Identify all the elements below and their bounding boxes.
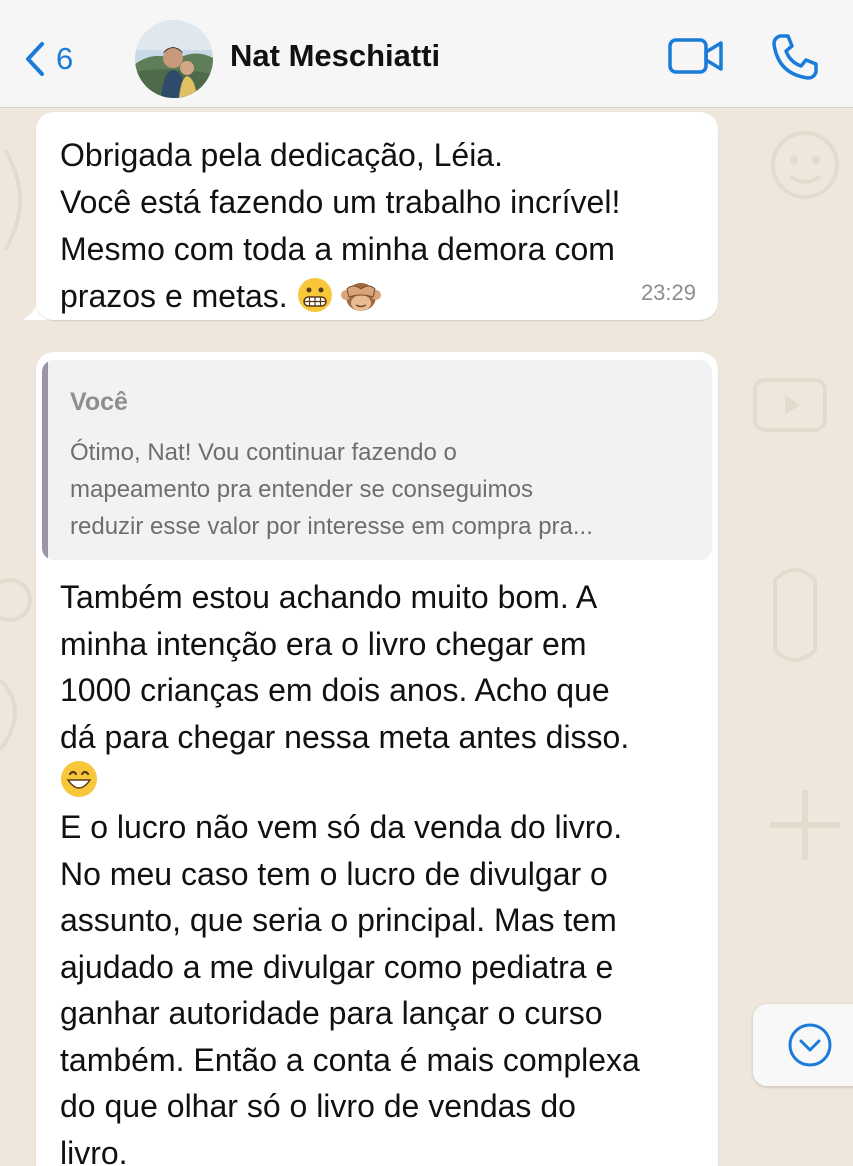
message-line: do que olhar só o livro de vendas do <box>60 1088 576 1124</box>
quote-text: Ótimo, Nat! Vou continuar fazendo o mape… <box>70 434 700 545</box>
message-line: E o lucro não vem só da venda do livro. <box>60 809 623 845</box>
quote-line: reduzir esse valor por interesse em comp… <box>70 513 593 540</box>
doodle-pattern-icon <box>770 790 840 860</box>
message-line: assunto, que seria o principal. Mas tem <box>60 902 617 938</box>
see-no-evil-monkey-emoji-icon <box>341 277 382 326</box>
message-line: livro. <box>60 1134 128 1166</box>
message-text: Também estou achando muito bom. A minha … <box>60 574 710 1166</box>
quoted-reply[interactable]: Você Ótimo, Nat! Vou continuar fazendo o… <box>42 360 712 560</box>
grimacing-face-emoji-icon <box>297 277 333 326</box>
incoming-message-bubble[interactable]: Você Ótimo, Nat! Vou continuar fazendo o… <box>36 352 718 1166</box>
quote-author: Você <box>70 388 128 416</box>
message-text: Obrigada pela dedicação, Léia. Você está… <box>60 132 700 326</box>
message-line: Também estou achando muito bom. A <box>60 579 598 615</box>
message-line: prazos e metas. <box>60 278 288 314</box>
contact-name[interactable]: Nat Meschiatti <box>230 38 440 74</box>
avatar[interactable] <box>135 20 213 98</box>
message-line: Você está fazendo um trabalho incrível! <box>60 184 621 220</box>
incoming-message-bubble[interactable]: Obrigada pela dedicação, Léia. Você está… <box>36 112 718 320</box>
video-call-button[interactable] <box>667 36 725 76</box>
doodle-pattern-icon <box>773 568 817 662</box>
message-line: também. Então a conta é mais complexa <box>60 1041 640 1078</box>
scroll-to-bottom-button[interactable] <box>753 1004 853 1086</box>
message-line: Obrigada pela dedicação, Léia. <box>60 137 503 173</box>
voice-call-button[interactable] <box>770 32 820 82</box>
quote-line: Ótimo, Nat! Vou continuar fazendo o <box>70 439 457 466</box>
chat-header: 6 Nat Meschiatti <box>0 0 853 108</box>
message-line: 1000 crianças em dois anos. Acho que <box>60 672 610 708</box>
message-line: ajudado a me divulgar como pediatra e <box>60 948 614 985</box>
chevron-left-icon <box>26 42 44 76</box>
message-line: dá para chegar nessa meta antes disso. <box>60 718 630 755</box>
message-line: ganhar autoridade para lançar o curso <box>60 995 603 1031</box>
grinning-face-emoji-icon <box>60 760 710 804</box>
phone-icon <box>772 34 818 80</box>
message-line: minha intenção era o livro chegar em <box>60 625 587 662</box>
message-line: Mesmo com toda a minha demora com <box>60 231 615 267</box>
back-button[interactable]: 6 <box>24 34 73 84</box>
contact-photo <box>135 20 213 98</box>
doodle-pattern-icon <box>3 148 22 252</box>
unread-count: 6 <box>56 41 74 76</box>
message-timestamp: 23:29 <box>640 280 696 305</box>
video-camera-icon <box>668 38 723 74</box>
doodle-pattern-icon <box>0 578 32 752</box>
quote-accent-bar <box>42 360 48 560</box>
doodle-pattern-icon <box>771 131 839 199</box>
quote-line: mapeamento pra entender se conseguimos <box>70 476 533 503</box>
message-line: No meu caso tem o lucro de divulgar o <box>60 855 608 892</box>
chevron-down-circle-icon <box>788 1023 832 1067</box>
doodle-pattern-icon <box>753 378 827 432</box>
